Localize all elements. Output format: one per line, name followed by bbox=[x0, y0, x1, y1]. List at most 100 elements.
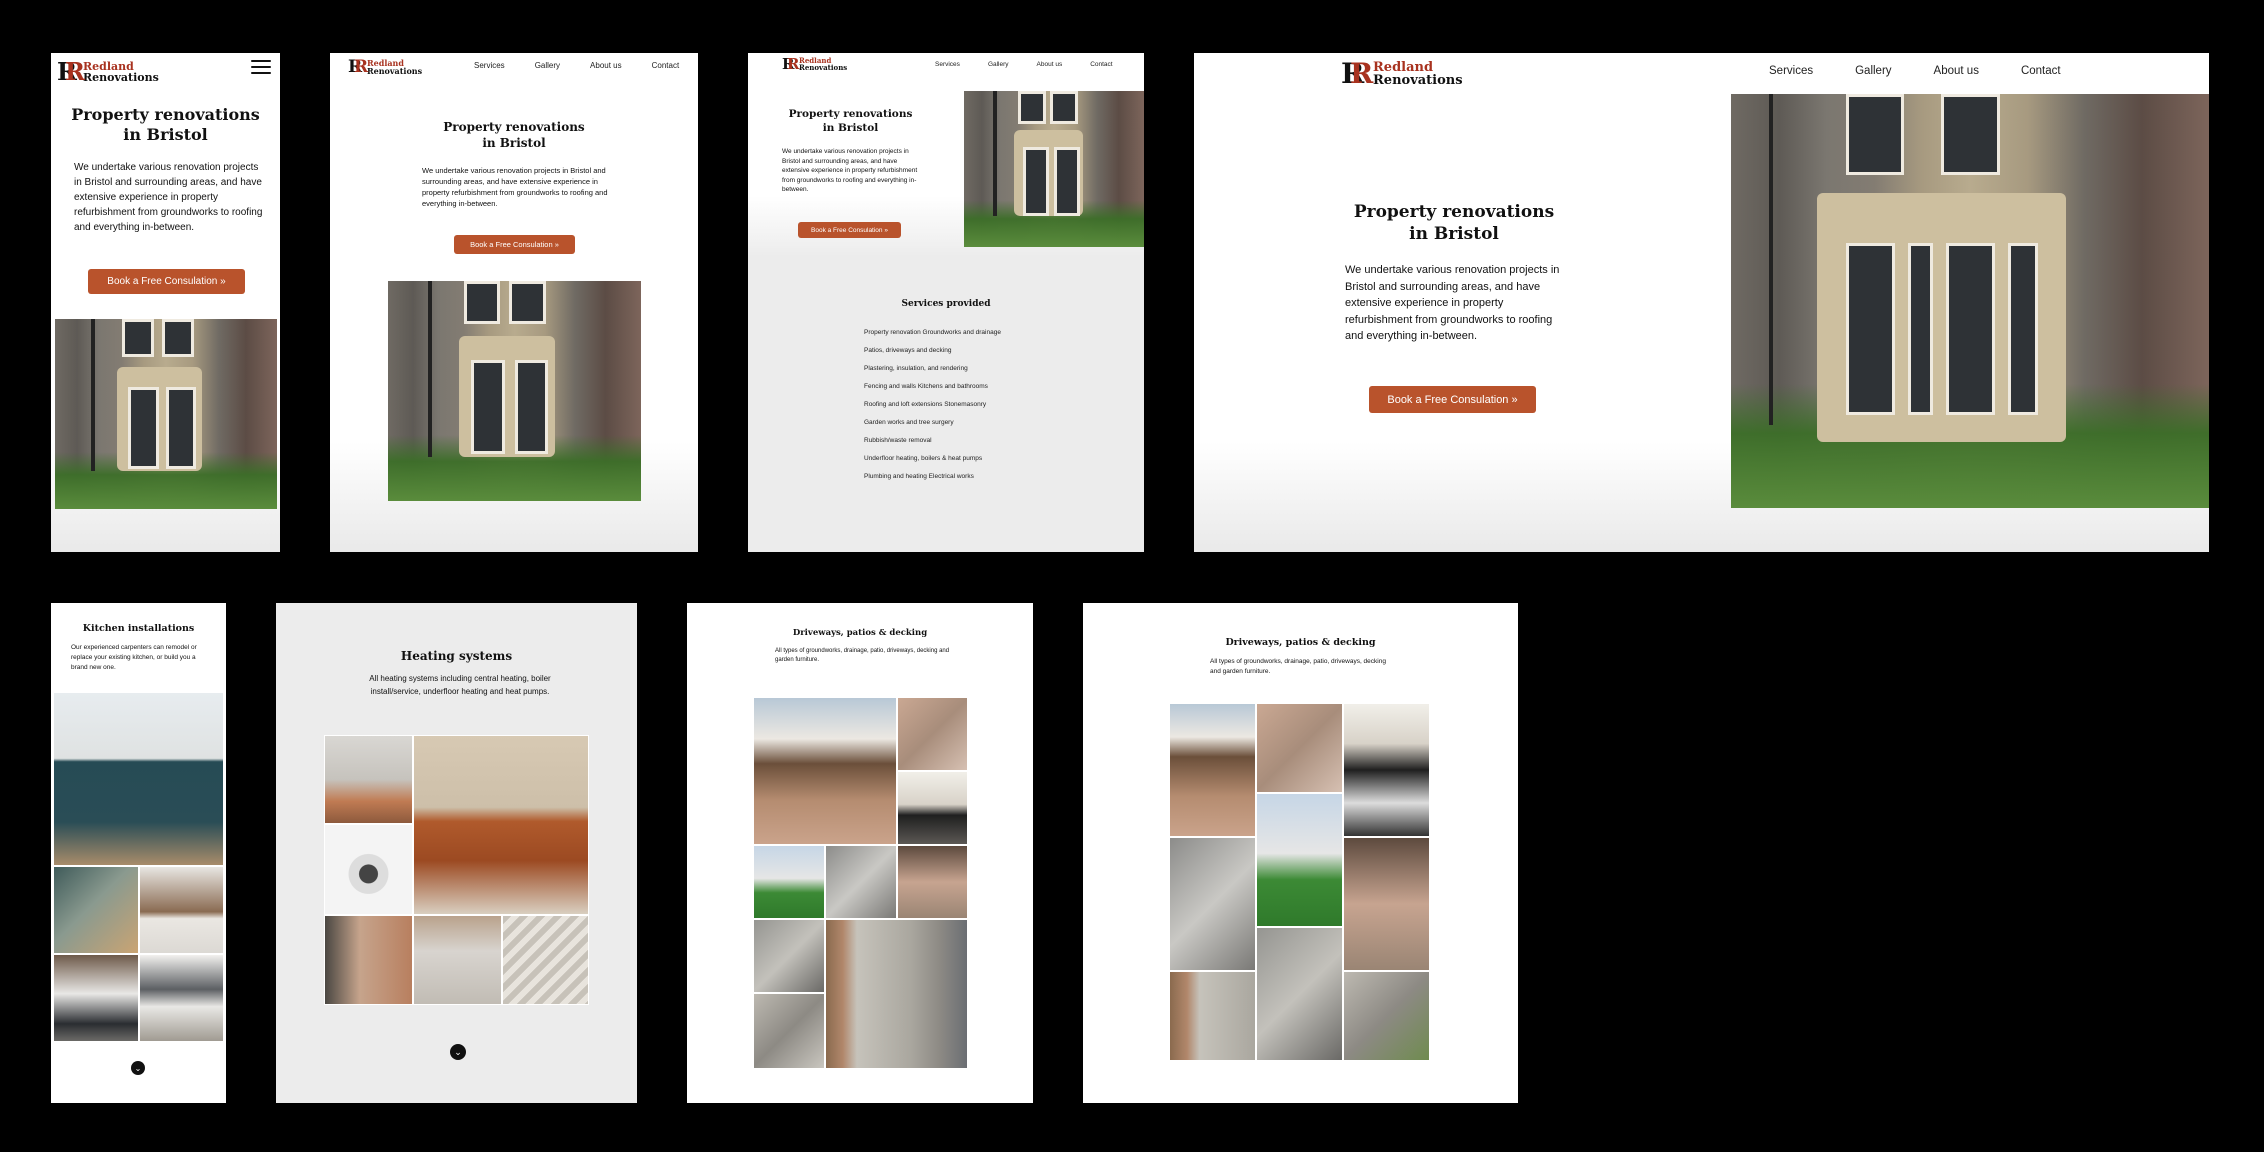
brand-line1: Redland bbox=[83, 59, 134, 73]
patio-photo bbox=[1256, 793, 1343, 927]
logo-mark: RR bbox=[782, 55, 800, 73]
house-photo bbox=[55, 319, 277, 509]
heating-photo bbox=[502, 915, 589, 1005]
kitchen-photo bbox=[53, 954, 139, 1042]
nav-gallery[interactable]: Gallery bbox=[988, 61, 1009, 68]
nav-about[interactable]: About us bbox=[590, 61, 622, 70]
brand-logo[interactable]: RR Redland Renovations bbox=[782, 55, 847, 73]
services-list: Property renovation Groundworks and drai… bbox=[864, 324, 1001, 486]
book-consultation-button[interactable]: Book a Free Consulation » bbox=[798, 222, 901, 238]
kitchen-title: Kitchen installations bbox=[82, 623, 195, 634]
double-chevron-right-icon: » bbox=[884, 226, 888, 234]
mobile-hero-panel: RR Redland Renovations Property renovati… bbox=[51, 53, 280, 552]
service-item: Plastering, insulation, and rendering bbox=[864, 365, 968, 372]
driveways-paragraph: All types of groundworks, drainage, pati… bbox=[1210, 658, 1386, 675]
kitchen-paragraph: Our experienced carpenters can remodel o… bbox=[71, 644, 197, 671]
nav-gallery[interactable]: Gallery bbox=[1855, 65, 1891, 77]
nav-services[interactable]: Services bbox=[1769, 65, 1813, 77]
driveways-title: Driveways, patios & decking bbox=[792, 628, 928, 638]
service-item: Fencing and walls Kitchens and bathrooms bbox=[864, 383, 988, 390]
kitchen-photo bbox=[53, 866, 139, 954]
logo-mark: RR bbox=[1341, 57, 1374, 90]
patio-photo bbox=[1256, 703, 1343, 793]
driveways-title: Driveways, patios & decking bbox=[1225, 637, 1376, 648]
heating-photo bbox=[324, 735, 413, 824]
chevron-down-icon[interactable]: ⌄ bbox=[131, 1061, 145, 1075]
brand-logo[interactable]: RR Redland Renovations bbox=[1341, 57, 1463, 90]
heating-photo bbox=[324, 915, 413, 1005]
brand-logo[interactable]: RR Redland Renovations bbox=[348, 57, 422, 77]
driveways-paragraph: All types of groundworks, drainage, pati… bbox=[775, 648, 950, 663]
kitchen-photo bbox=[139, 954, 224, 1042]
book-consultation-button[interactable]: Book a Free Consulation » bbox=[1369, 386, 1536, 413]
nav-contact[interactable]: Contact bbox=[652, 61, 680, 70]
brand-line2: Renovations bbox=[83, 70, 159, 84]
heating-title: Heating systems bbox=[400, 649, 513, 663]
patio-photo bbox=[753, 919, 825, 993]
patio-photo bbox=[753, 993, 825, 1069]
hero-paragraph: We undertake various renovation projects… bbox=[782, 148, 918, 193]
brand-logo[interactable]: RR Redland Renovations bbox=[57, 57, 159, 86]
double-chevron-right-icon: » bbox=[554, 240, 559, 249]
patio-photo bbox=[897, 697, 968, 771]
heating-photo bbox=[324, 824, 413, 915]
book-consultation-button[interactable]: Book a Free Consulation » bbox=[454, 235, 575, 254]
logo-mark: RR bbox=[57, 57, 85, 86]
brand-line2: Renovations bbox=[367, 66, 423, 76]
desktop-hero-panel: RR Redland Renovations Services Gallery … bbox=[1194, 53, 2209, 552]
service-item: Rubbish/waste removal bbox=[864, 437, 932, 444]
kitchen-photo bbox=[139, 866, 224, 954]
heating-panel: Heating systems All heating systems incl… bbox=[276, 603, 637, 1103]
nav-about[interactable]: About us bbox=[1934, 65, 1979, 77]
patio-photo bbox=[1256, 927, 1343, 1061]
patio-photo bbox=[897, 845, 968, 919]
patio-photo bbox=[825, 919, 968, 1069]
house-photo bbox=[964, 91, 1144, 247]
hamburger-menu-icon[interactable] bbox=[251, 60, 271, 74]
nav-gallery[interactable]: Gallery bbox=[535, 61, 560, 70]
service-item: Plumbing and heating Electrical works bbox=[864, 473, 974, 480]
hero-title: Property renovations in Bristol bbox=[71, 105, 260, 144]
nav-contact[interactable]: Contact bbox=[1090, 61, 1112, 68]
patio-photo bbox=[1343, 837, 1430, 971]
driveways-panel-wide: Driveways, patios & decking All types of… bbox=[1083, 603, 1518, 1103]
main-nav: Services Gallery About us Contact bbox=[474, 61, 679, 70]
nav-contact[interactable]: Contact bbox=[2021, 65, 2061, 77]
services-panel: RR Redland Renovations Services Gallery … bbox=[748, 53, 1144, 552]
main-nav: Services Gallery About us Contact bbox=[935, 61, 1113, 68]
patio-photo bbox=[753, 697, 897, 845]
service-item: Patios, driveways and decking bbox=[864, 347, 952, 354]
chevron-down-icon[interactable]: ⌄ bbox=[450, 1044, 466, 1060]
hero-title: Property renovations in Bristol bbox=[1353, 202, 1555, 244]
patio-photo bbox=[753, 845, 825, 919]
main-nav: Services Gallery About us Contact bbox=[1769, 65, 2061, 77]
nav-about[interactable]: About us bbox=[1037, 61, 1063, 68]
services-heading: Services provided bbox=[901, 299, 991, 309]
brand-line2: Renovations bbox=[799, 63, 848, 72]
driveways-panel: Driveways, patios & decking All types of… bbox=[687, 603, 1033, 1103]
heating-photo bbox=[413, 915, 502, 1005]
heating-photo bbox=[413, 735, 589, 915]
service-item: Garden works and tree surgery bbox=[864, 419, 954, 426]
hero-title: Property renovations in Bristol bbox=[443, 120, 585, 150]
house-photo bbox=[388, 281, 641, 501]
service-item: Property renovation Groundworks and drai… bbox=[864, 329, 1001, 336]
service-item: Underfloor heating, boilers & heat pumps bbox=[864, 455, 983, 462]
nav-services[interactable]: Services bbox=[474, 61, 505, 70]
hero-paragraph: We undertake various renovation projects… bbox=[74, 162, 263, 233]
patio-photo bbox=[897, 771, 968, 845]
patio-photo bbox=[1169, 837, 1256, 971]
double-chevron-right-icon: » bbox=[220, 276, 226, 287]
patio-photo bbox=[825, 845, 897, 919]
patio-photo bbox=[1343, 971, 1430, 1061]
hero-paragraph: We undertake various renovation projects… bbox=[1345, 264, 1560, 342]
heating-paragraph: All heating systems including central he… bbox=[369, 674, 551, 696]
service-item: Roofing and loft extensions Stonemasonry bbox=[864, 401, 987, 408]
double-chevron-right-icon: » bbox=[1511, 393, 1518, 406]
hero-paragraph: We undertake various renovation projects… bbox=[422, 166, 608, 208]
nav-services[interactable]: Services bbox=[935, 61, 960, 68]
patio-photo bbox=[1169, 703, 1256, 837]
kitchen-photo bbox=[53, 692, 224, 866]
book-consultation-button[interactable]: Book a Free Consulation » bbox=[88, 269, 245, 294]
patio-photo bbox=[1169, 971, 1256, 1061]
